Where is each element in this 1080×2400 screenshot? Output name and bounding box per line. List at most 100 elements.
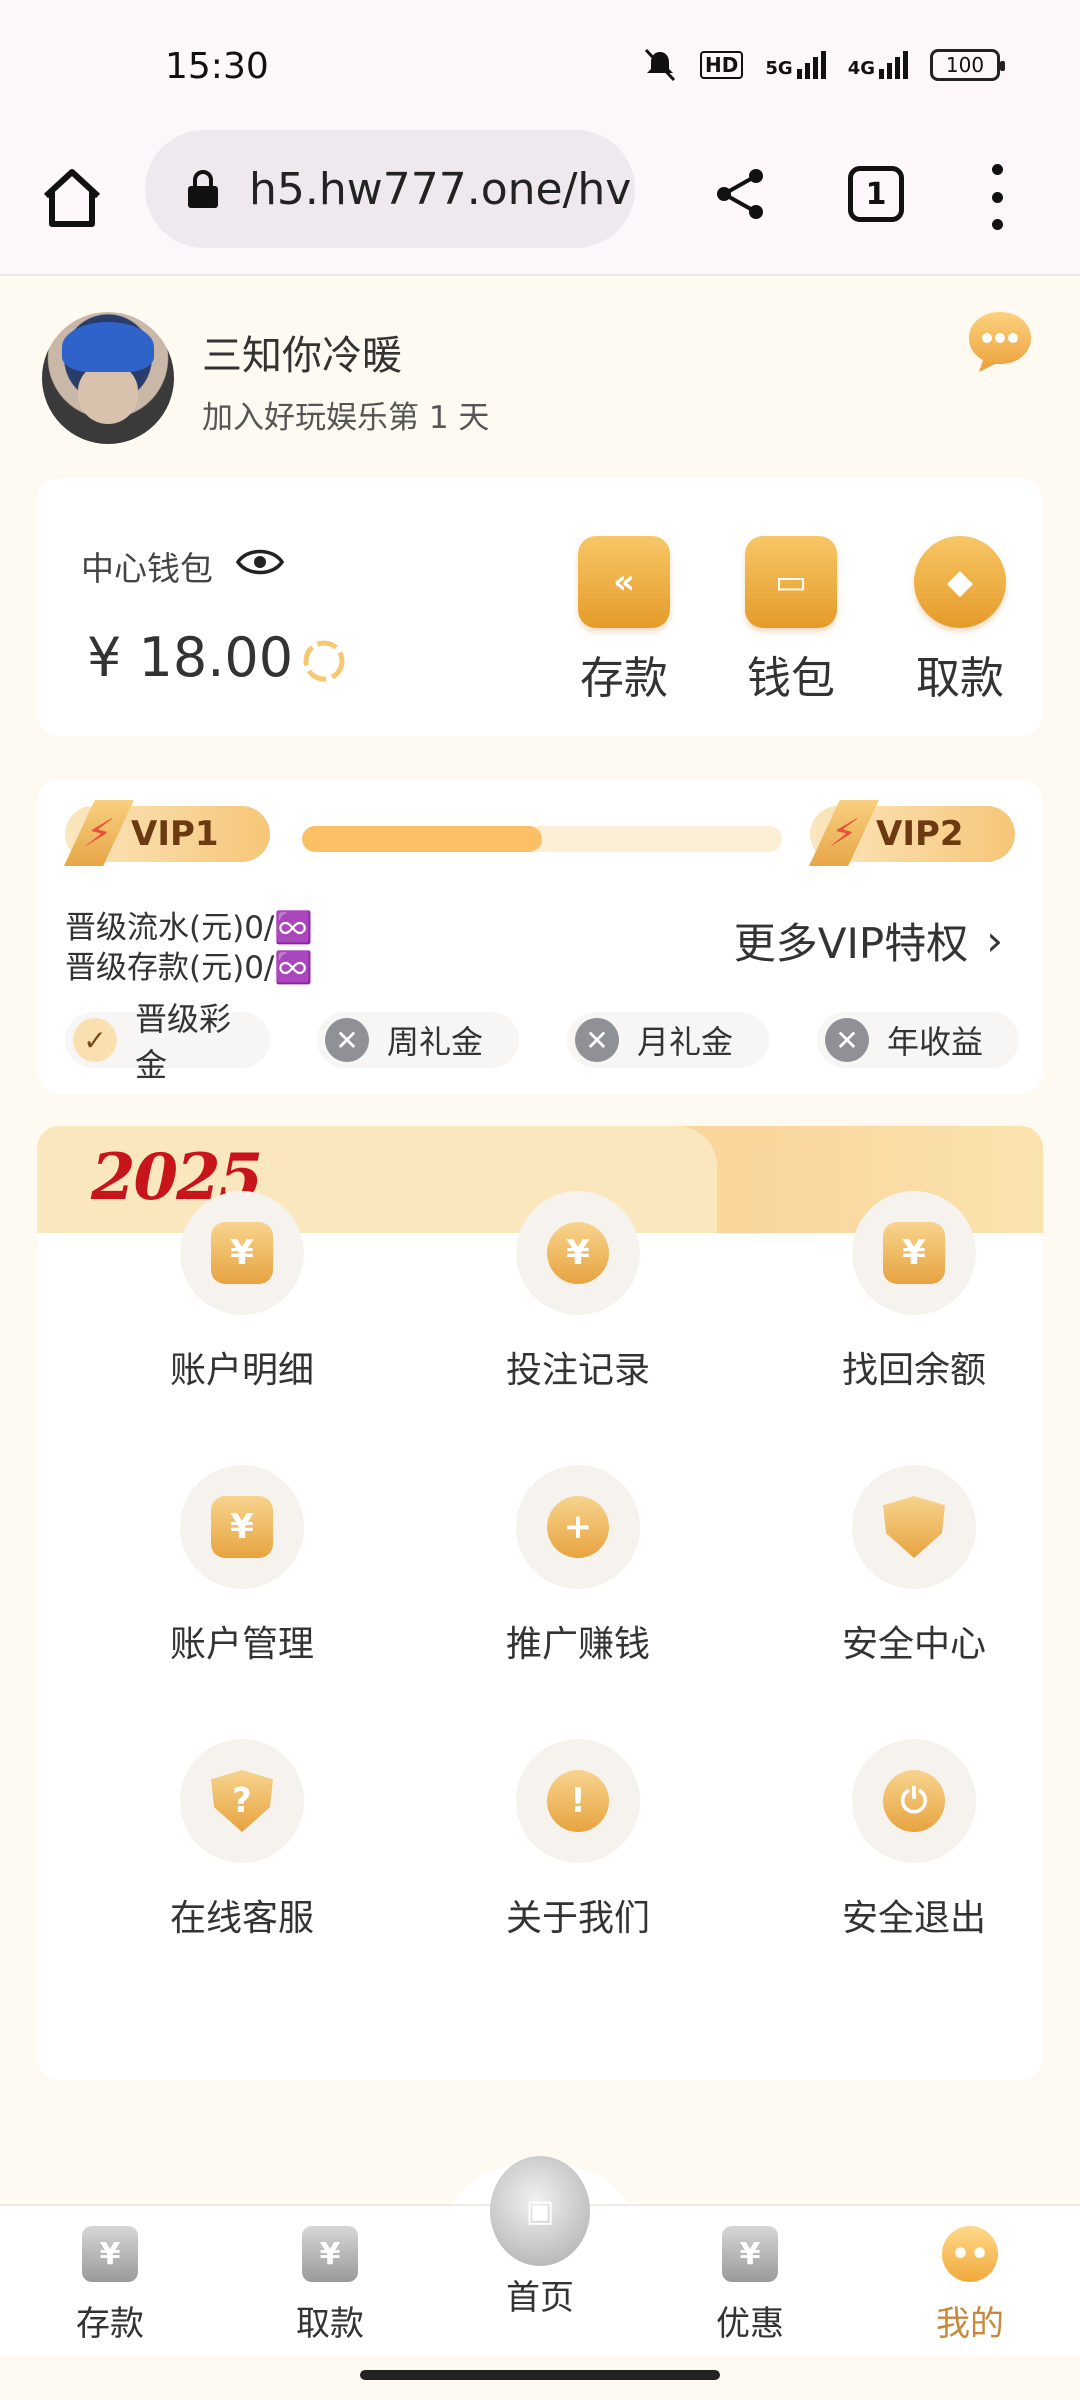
profile-name: 三知你冷暖 (202, 333, 402, 379)
menu-label: 账户管理 (169, 1624, 314, 1665)
deposit-label: 存款 (580, 653, 668, 704)
menu-account-manage[interactable]: ¥ 账户管理 (92, 1465, 392, 1667)
perk-monthly-gift: ✕ 月礼金 (567, 1012, 769, 1068)
signal-5g-icon: 5G (765, 51, 826, 79)
withdraw-button[interactable]: ◆ 取款 (900, 536, 1020, 706)
chat-bubble-icon[interactable] (965, 308, 1035, 374)
menu-account-details[interactable]: ¥ 账户明细 (92, 1191, 392, 1393)
wallet-balance: ¥ 18.00 (87, 626, 294, 689)
battery-level: 100 (945, 53, 985, 77)
signal-4g-icon: 4G (848, 51, 908, 79)
nav-mine[interactable]: •• 我的 (895, 2226, 1045, 2345)
menu-label: 关于我们 (505, 1898, 650, 1939)
menu-logout[interactable]: ⏻ 安全退出 (764, 1739, 1043, 1941)
share-icon[interactable] (710, 164, 770, 224)
menu-bet-record[interactable]: ¥ 投注记录 (428, 1191, 728, 1393)
menu-label: 投注记录 (505, 1350, 650, 1391)
nav-label: 取款 (296, 2304, 364, 2344)
more-vip-link[interactable]: 更多VIP特权 › (734, 910, 1003, 971)
chevron-right-icon: › (986, 916, 1003, 965)
menu-card: 2025 ¥ 账户明细 ¥ 投注记录 ¥ 找回余额 ¥ 账户管理 + 推广赚钱 … (37, 1126, 1043, 2080)
deposit-button[interactable]: « 存款 (564, 536, 684, 706)
vip-progress-bar (302, 826, 782, 852)
snake-home-icon: ▣ (490, 2156, 590, 2266)
perk-promotion-bonus: ✓ 晋级彩金 (65, 1000, 270, 1084)
perk-label: 周礼金 (387, 1023, 484, 1061)
wallet-icon: ▭ (745, 536, 837, 628)
nav-label: 存款 (76, 2304, 144, 2344)
refresh-icon[interactable] (299, 636, 349, 686)
nav-label: 首页 (506, 2278, 574, 2318)
menu-label: 找回余额 (841, 1350, 986, 1391)
status-time: 15:30 (165, 46, 269, 87)
vip-next-badge: ⚡ VIP2 (810, 806, 1015, 862)
deposit-nav-icon: ¥ (82, 2226, 138, 2282)
bet-record-icon: ¥ (547, 1222, 609, 1284)
wallet-label: 中心钱包 (81, 549, 213, 588)
menu-label: 推广赚钱 (505, 1624, 650, 1665)
tab-count: 1 (865, 176, 887, 212)
close-icon: ✕ (325, 1018, 369, 1062)
lock-icon (188, 170, 218, 208)
hd-badge: HD (700, 51, 744, 79)
menu-about-us[interactable]: ! 关于我们 (428, 1739, 728, 1941)
eye-icon[interactable] (235, 544, 285, 580)
perk-weekly-gift: ✕ 周礼金 (317, 1012, 519, 1068)
vip-next-label: VIP2 (876, 814, 964, 854)
perk-label: 月礼金 (637, 1023, 734, 1061)
recover-balance-icon: ¥ (883, 1222, 945, 1284)
avatar[interactable] (42, 312, 174, 444)
check-icon: ✓ (73, 1018, 117, 1062)
tab-switcher-button[interactable]: 1 (848, 166, 904, 222)
withdraw-nav-icon: ¥ (302, 2226, 358, 2282)
security-shield-icon (883, 1496, 945, 1558)
wallet-button[interactable]: ▭ 钱包 (731, 536, 851, 706)
vip-current-badge: ⚡ VIP1 (65, 806, 270, 862)
wallet-card: 中心钱包 ¥ 18.00 « 存款 ▭ 钱包 ◆ 取款 (37, 478, 1043, 736)
url-text: h5.hw777.one/hv (249, 163, 632, 215)
browser-toolbar: h5.hw777.one/hv 1 (0, 120, 1080, 276)
vip-current-label: VIP1 (131, 814, 219, 854)
menu-online-support[interactable]: ? 在线客服 (92, 1739, 392, 1941)
nav-withdraw[interactable]: ¥ 取款 (255, 2226, 405, 2345)
nav-label: 我的 (936, 2304, 1004, 2344)
gesture-bar (360, 2370, 720, 2380)
account-details-icon: ¥ (211, 1222, 273, 1284)
bottom-nav: ¥ 存款 ¥ 取款 ▣ 首页 ¥ 优惠 •• 我的 (0, 2156, 1080, 2356)
promotions-nav-icon: ¥ (722, 2226, 778, 2282)
menu-label: 账户明细 (169, 1350, 314, 1391)
mute-icon (644, 48, 676, 82)
vip-deposit-progress: 晋级存款(元)0/♾️ (65, 950, 313, 986)
network-5g-label: 5G (765, 58, 793, 79)
battery-icon: 100 (930, 49, 1005, 81)
perk-label: 晋级彩金 (135, 1000, 232, 1084)
network-4g-label: 4G (847, 58, 875, 79)
vip-progress-fill (302, 826, 542, 852)
menu-promote[interactable]: + 推广赚钱 (428, 1465, 728, 1667)
menu-recover-balance[interactable]: ¥ 找回余额 (764, 1191, 1043, 1393)
close-icon: ✕ (825, 1018, 869, 1062)
mine-nav-icon: •• (942, 2226, 998, 2282)
withdraw-icon: ◆ (914, 536, 1006, 628)
vip-card: ⚡ VIP1 ⚡ VIP2 晋级流水(元)0/♾️ 晋级存款(元)0/♾️ 更多… (37, 780, 1043, 1094)
more-menu-icon[interactable] (985, 164, 1009, 230)
home-icon[interactable] (38, 164, 106, 232)
nav-deposit[interactable]: ¥ 存款 (35, 2226, 185, 2345)
nav-home[interactable]: ▣ 首页 (465, 2156, 615, 2319)
lightning-icon: ⚡ (809, 800, 879, 866)
url-bar[interactable]: h5.hw777.one/hv (145, 130, 635, 248)
status-bar: 15:30 HD 5G 4G 100 (0, 0, 1080, 120)
more-vip-label: 更多VIP特权 (733, 919, 969, 968)
withdraw-label: 取款 (916, 653, 1004, 704)
power-icon: ⏻ (883, 1770, 945, 1832)
about-icon: ! (547, 1770, 609, 1832)
menu-label: 安全中心 (841, 1624, 986, 1665)
profile-joined-days: 加入好玩娱乐第 1 天 (202, 400, 490, 436)
support-icon: ? (211, 1770, 273, 1832)
menu-label: 在线客服 (169, 1898, 314, 1939)
promote-icon: + (547, 1496, 609, 1558)
lightning-icon: ⚡ (64, 800, 134, 866)
deposit-icon: « (578, 536, 670, 628)
nav-promotions[interactable]: ¥ 优惠 (675, 2226, 825, 2345)
menu-security-center[interactable]: 安全中心 (764, 1465, 1043, 1667)
